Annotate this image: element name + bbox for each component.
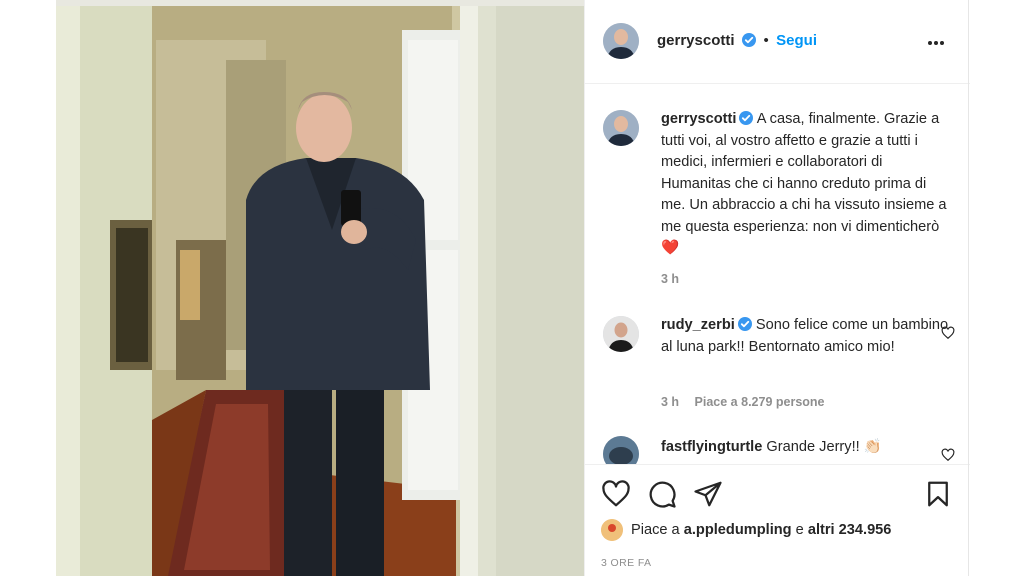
caption-author-avatar[interactable] [603, 110, 639, 146]
comment-meta: 3 h Piace a 8.279 persone [661, 395, 837, 409]
post-header: gerryscotti • Segui [585, 0, 970, 84]
likes-summary: Piace a a.ppledumpling e altri 234.956 [601, 517, 891, 543]
comment-text: Grande Jerry!! 👏🏻 [766, 439, 882, 455]
caption-meta: 3 h [661, 272, 691, 286]
comment-likes[interactable]: Piace a 8.279 persone [695, 395, 825, 409]
liker-avatar-image [601, 519, 623, 541]
author-avatar[interactable] [603, 23, 639, 59]
post-time-ago[interactable]: 3 ORE FA [601, 557, 651, 569]
caption-avatar-image [603, 110, 639, 146]
liker-avatar[interactable] [601, 519, 623, 541]
post-caption: gerryscotti A casa, finalmente. Grazie a… [661, 109, 951, 260]
comment-username[interactable]: rudy_zerbi [661, 317, 735, 333]
comment-time[interactable]: 3 h [661, 395, 679, 409]
post-photo[interactable] [56, 0, 584, 576]
follow-button[interactable]: Segui [776, 32, 817, 49]
verified-badge-icon [737, 317, 752, 331]
caption-text: A casa, finalmente. Grazie a tutti voi, … [661, 111, 947, 256]
likes-conj: e [795, 522, 804, 538]
bookmark-icon[interactable] [923, 479, 953, 509]
more-options-icon[interactable] [928, 34, 950, 50]
verified-badge-icon [739, 111, 754, 125]
caption-username[interactable]: gerryscotti [661, 111, 736, 127]
caption-time[interactable]: 3 h [661, 272, 679, 286]
likes-prefix: Piace a [631, 522, 680, 538]
comment-avatar[interactable] [603, 316, 639, 352]
comment-item: rudy_zerbi Sono felice come un bambino a… [661, 315, 951, 358]
comment-username[interactable]: fastflyingturtle [661, 439, 762, 455]
author-avatar-image [603, 23, 639, 59]
liker-username[interactable]: a.ppledumpling [684, 522, 792, 538]
mirror-selfie-image [56, 0, 584, 576]
comment-item: fastflyingturtle Grande Jerry!! 👏🏻 [661, 437, 951, 459]
likes-count[interactable]: altri 234.956 [808, 522, 892, 538]
post-side-panel: gerryscotti • Segui gerryscotti A casa, … [584, 0, 970, 576]
right-border [968, 0, 969, 576]
header-title: gerryscotti • Segui [657, 32, 817, 50]
comment-avatar-image [603, 316, 639, 352]
comment-like-heart-icon[interactable] [941, 448, 955, 462]
share-icon[interactable] [693, 479, 723, 509]
verified-badge-icon [741, 33, 756, 47]
author-username[interactable]: gerryscotti [657, 32, 735, 49]
post-actions: Piace a a.ppledumpling e altri 234.956 3… [585, 464, 970, 576]
heart-icon[interactable] [601, 479, 631, 509]
header-dot: • [763, 32, 769, 49]
comment-like-heart-icon[interactable] [941, 326, 955, 340]
comment-icon[interactable] [647, 479, 677, 509]
